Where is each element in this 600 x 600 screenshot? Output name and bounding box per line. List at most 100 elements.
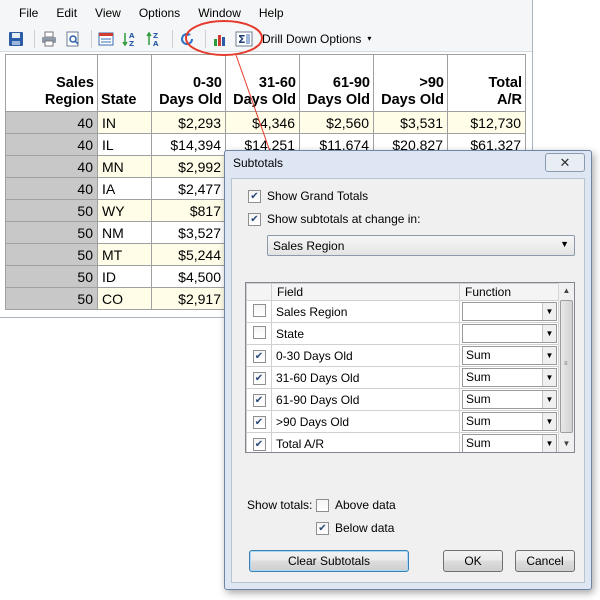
cell-state[interactable]: CO xyxy=(97,287,152,310)
column-header-0-30-days[interactable]: 0-30 Days Old xyxy=(151,54,226,112)
list-item[interactable]: ✔ >90 Days Old Sum ▼ xyxy=(246,410,560,433)
clear-subtotals-button[interactable]: Clear Subtotals xyxy=(249,550,409,572)
function-select[interactable]: Sum ▼ xyxy=(462,434,557,452)
function-select[interactable]: Sum ▼ xyxy=(462,368,557,387)
field-function-cell: ▼ xyxy=(459,322,560,345)
cell-d0[interactable]: $14,394 xyxy=(151,133,226,156)
cell-state[interactable]: WY xyxy=(97,199,152,222)
column-header-sales-region[interactable]: Sales Region xyxy=(5,54,98,112)
column-header-state[interactable]: State xyxy=(97,54,152,112)
cell-d0[interactable]: $2,293 xyxy=(151,111,226,134)
function-select[interactable]: Sum ▼ xyxy=(462,390,557,409)
above-data-checkbox[interactable] xyxy=(316,498,329,512)
cell-state[interactable]: IN xyxy=(97,111,152,134)
scroll-up-icon[interactable]: ▲ xyxy=(559,284,574,298)
cell-sales-region[interactable]: 40 xyxy=(5,155,98,178)
column-header-total-ar[interactable]: Total A/R xyxy=(447,54,526,112)
cell-d31[interactable]: $4,346 xyxy=(225,111,300,134)
show-subtotals-checkbox[interactable]: ✔ xyxy=(248,212,261,226)
svg-text:Z: Z xyxy=(129,40,134,47)
cell-sales-region[interactable]: 50 xyxy=(5,221,98,244)
column-header-61-90-days[interactable]: 61-90 Days Old xyxy=(299,54,374,112)
subtotals-icon[interactable]: Σ xyxy=(234,29,254,49)
chart-icon[interactable] xyxy=(210,29,230,49)
list-item[interactable]: ✔ 31-60 Days Old Sum ▼ xyxy=(246,366,560,389)
menu-help[interactable]: Help xyxy=(250,0,293,26)
cell-state[interactable]: IL xyxy=(97,133,152,156)
cell-state[interactable]: ID xyxy=(97,265,152,288)
list-item[interactable]: State ▼ xyxy=(246,322,560,345)
cell-state[interactable]: MT xyxy=(97,243,152,266)
list-item[interactable]: ✔ 0-30 Days Old Sum ▼ xyxy=(246,344,560,367)
close-icon[interactable]: ✕ xyxy=(545,153,585,172)
column-header-over-90-days[interactable]: >90 Days Old xyxy=(373,54,448,112)
menu-edit[interactable]: Edit xyxy=(47,0,86,26)
scroll-down-icon[interactable]: ▼ xyxy=(559,437,574,451)
cell-sales-region[interactable]: 40 xyxy=(5,177,98,200)
print-icon[interactable] xyxy=(39,29,59,49)
dialog-title: Subtotals xyxy=(233,156,284,170)
field-checkbox[interactable] xyxy=(252,325,266,339)
cell-d90[interactable]: $3,531 xyxy=(373,111,448,134)
cell-sales-region[interactable]: 40 xyxy=(5,111,98,134)
print-preview-icon[interactable] xyxy=(63,29,83,49)
list-item[interactable]: ✔ Total A/R Sum ▼ xyxy=(246,432,560,452)
cell-sales-region[interactable]: 50 xyxy=(5,265,98,288)
cell-sales-region[interactable]: 50 xyxy=(5,243,98,266)
field-function-cell: ▼ xyxy=(459,300,560,323)
save-icon[interactable] xyxy=(6,29,26,49)
function-select[interactable]: Sum ▼ xyxy=(462,346,557,365)
menu-options[interactable]: Options xyxy=(130,0,189,26)
field-function-cell: Sum ▼ xyxy=(459,410,560,433)
field-checkbox[interactable]: ✔ xyxy=(252,416,266,429)
field-checkbox[interactable]: ✔ xyxy=(252,438,266,451)
function-select[interactable]: ▼ xyxy=(462,302,557,321)
cancel-button[interactable]: Cancel xyxy=(515,550,575,572)
table-row[interactable]: 40 IN $2,293 $4,346 $2,560 $3,531 $12,730 xyxy=(5,111,526,134)
cell-d0[interactable]: $4,500 xyxy=(151,265,226,288)
below-data-checkbox[interactable]: ✔ xyxy=(316,521,329,535)
field-checkbox-cell: ✔ xyxy=(246,410,272,433)
cell-state[interactable]: MN xyxy=(97,155,152,178)
fields-column-header-field[interactable]: Field xyxy=(271,283,460,301)
menu-view[interactable]: View xyxy=(86,0,130,26)
dialog-body: ✔ Show Grand Totals ✔ Show subtotals at … xyxy=(231,178,585,583)
list-item[interactable]: ✔ 61-90 Days Old Sum ▼ xyxy=(246,388,560,411)
cell-d0[interactable]: $2,477 xyxy=(151,177,226,200)
cell-state[interactable]: NM xyxy=(97,221,152,244)
calendar-icon[interactable] xyxy=(96,29,116,49)
column-header-31-60-days[interactable]: 31-60 Days Old xyxy=(225,54,300,112)
sort-descending-icon[interactable]: ZA xyxy=(144,29,164,49)
cell-state[interactable]: IA xyxy=(97,177,152,200)
sort-ascending-icon[interactable]: AZ xyxy=(120,29,140,49)
fields-column-header-function[interactable]: Function xyxy=(459,283,560,301)
fields-scrollbar[interactable]: ▲ ≡ ▼ xyxy=(558,283,574,452)
scrollbar-thumb[interactable]: ≡ xyxy=(560,300,573,433)
field-checkbox[interactable] xyxy=(252,303,266,317)
menu-file[interactable]: File xyxy=(10,0,47,26)
field-checkbox[interactable]: ✔ xyxy=(252,372,266,385)
change-field-select[interactable]: Sales Region ▼ xyxy=(267,235,575,256)
cell-d0[interactable]: $817 xyxy=(151,199,226,222)
field-checkbox-cell: ✔ xyxy=(246,344,272,367)
cell-total[interactable]: $12,730 xyxy=(447,111,526,134)
field-checkbox[interactable]: ✔ xyxy=(252,394,266,407)
cell-d61[interactable]: $2,560 xyxy=(299,111,374,134)
function-select[interactable]: Sum ▼ xyxy=(462,412,557,431)
cell-sales-region[interactable]: 50 xyxy=(5,199,98,222)
list-item[interactable]: Sales Region ▼ xyxy=(246,300,560,323)
field-checkbox[interactable]: ✔ xyxy=(252,350,266,363)
cell-d0[interactable]: $2,917 xyxy=(151,287,226,310)
cell-d0[interactable]: $3,527 xyxy=(151,221,226,244)
function-select[interactable]: ▼ xyxy=(462,324,557,343)
cell-d0[interactable]: $2,992 xyxy=(151,155,226,178)
below-data-row: ✔ Below data xyxy=(316,521,394,535)
refresh-icon[interactable] xyxy=(177,29,197,49)
drill-down-options-button[interactable]: Drill Down Options ▾ xyxy=(258,28,375,50)
ok-button[interactable]: OK xyxy=(443,550,503,572)
cell-sales-region[interactable]: 40 xyxy=(5,133,98,156)
show-grand-totals-checkbox[interactable]: ✔ xyxy=(248,189,261,203)
menu-window[interactable]: Window xyxy=(189,0,250,26)
cell-sales-region[interactable]: 50 xyxy=(5,287,98,310)
cell-d0[interactable]: $5,244 xyxy=(151,243,226,266)
